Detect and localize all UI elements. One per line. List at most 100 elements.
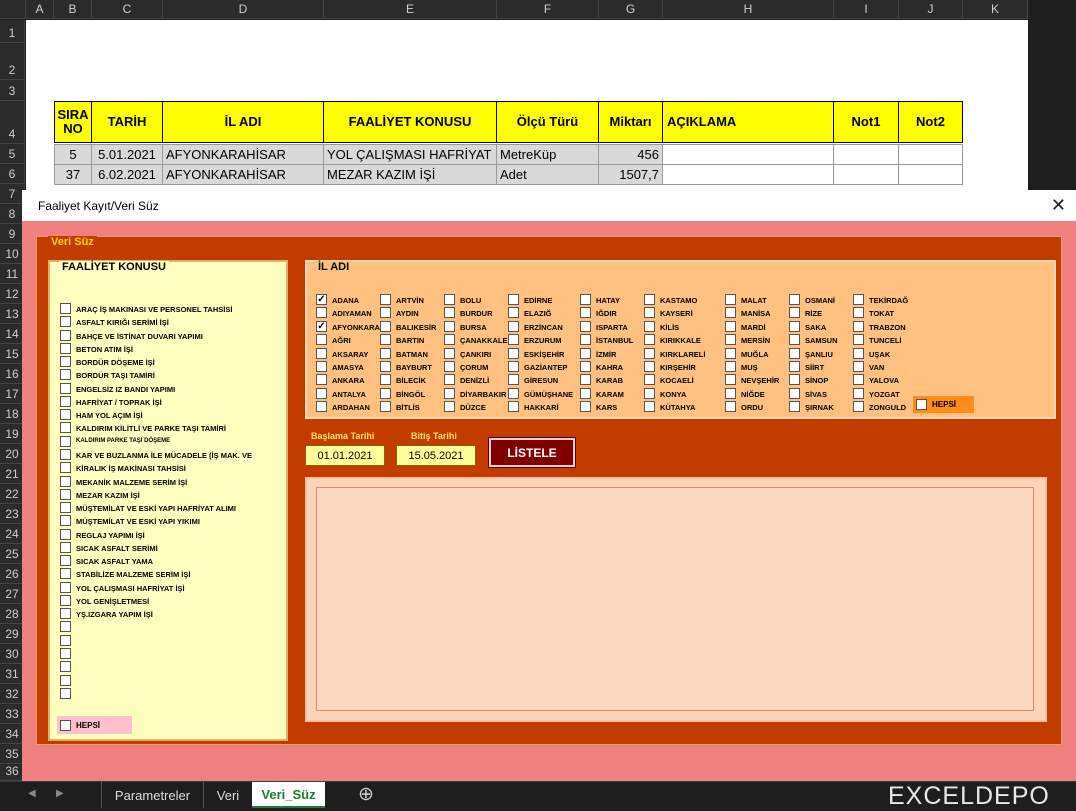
il-checkbox[interactable] bbox=[380, 361, 391, 372]
table-cell[interactable]: AFYONKARAHİSAR bbox=[162, 144, 324, 165]
table-cell[interactable] bbox=[898, 164, 963, 185]
column-header-g[interactable]: G bbox=[599, 0, 663, 19]
faaliyet-checkbox[interactable] bbox=[60, 621, 71, 633]
column-header-h[interactable]: H bbox=[663, 0, 834, 19]
faaliyet-hepsi-option[interactable]: HEPSİ bbox=[57, 716, 132, 734]
il-checkbox[interactable] bbox=[725, 387, 736, 399]
il-checkbox[interactable] bbox=[853, 361, 864, 372]
faaliyet-checkbox[interactable] bbox=[60, 515, 71, 527]
il-hepsi-option[interactable]: HEPSİ bbox=[913, 396, 974, 413]
il-checkbox[interactable] bbox=[316, 401, 327, 413]
il-checkbox[interactable] bbox=[789, 347, 800, 359]
il-checkbox[interactable] bbox=[316, 334, 327, 346]
header-tarih[interactable]: TARİH bbox=[91, 101, 163, 143]
column-header-k[interactable]: K bbox=[963, 0, 1028, 19]
il-checkbox[interactable]: ✓ bbox=[316, 294, 327, 305]
il-hepsi-checkbox[interactable] bbox=[916, 399, 927, 410]
il-checkbox[interactable] bbox=[444, 347, 455, 359]
faaliyet-checkbox[interactable] bbox=[60, 687, 71, 699]
header-aciklama[interactable]: AÇIKLAMA bbox=[662, 101, 834, 143]
il-checkbox[interactable] bbox=[444, 334, 455, 346]
il-checkbox[interactable] bbox=[644, 347, 655, 359]
header-sira-no[interactable]: SIRA NO bbox=[54, 101, 92, 143]
il-checkbox[interactable] bbox=[316, 347, 327, 359]
tab-veri-suz[interactable]: Veri_Süz bbox=[252, 782, 325, 808]
faaliyet-checkbox[interactable] bbox=[60, 303, 71, 314]
il-checkbox[interactable] bbox=[380, 334, 391, 346]
il-checkbox[interactable] bbox=[853, 307, 864, 319]
il-checkbox[interactable] bbox=[725, 374, 736, 386]
il-checkbox[interactable] bbox=[725, 294, 736, 305]
il-checkbox[interactable] bbox=[444, 320, 455, 332]
il-checkbox[interactable] bbox=[508, 374, 519, 386]
faaliyet-checkbox[interactable] bbox=[60, 369, 71, 381]
il-checkbox[interactable] bbox=[380, 294, 391, 305]
faaliyet-checkbox[interactable] bbox=[60, 409, 71, 421]
tab-veri[interactable]: Veri bbox=[203, 782, 252, 808]
row-header-1[interactable]: 1 bbox=[0, 20, 25, 43]
header-il-adi[interactable]: İL ADI bbox=[162, 101, 324, 143]
select-all-corner[interactable] bbox=[0, 0, 26, 19]
start-date-input[interactable]: 01.01.2021 bbox=[305, 445, 385, 466]
faaliyet-checkbox[interactable] bbox=[60, 581, 71, 593]
il-checkbox[interactable] bbox=[853, 334, 864, 346]
il-checkbox[interactable] bbox=[508, 387, 519, 399]
il-checkbox[interactable] bbox=[580, 387, 591, 399]
il-checkbox[interactable] bbox=[853, 320, 864, 332]
table-cell[interactable]: MEZAR KAZIM İŞİ bbox=[323, 164, 497, 185]
faaliyet-checkbox[interactable] bbox=[60, 422, 71, 434]
il-checkbox[interactable] bbox=[789, 294, 800, 305]
column-header-b[interactable]: B bbox=[54, 0, 92, 19]
il-checkbox[interactable] bbox=[380, 307, 391, 319]
header-miktari[interactable]: Miktarı bbox=[598, 101, 663, 143]
il-checkbox[interactable] bbox=[508, 334, 519, 346]
il-checkbox[interactable] bbox=[380, 347, 391, 359]
il-checkbox[interactable] bbox=[789, 374, 800, 386]
il-checkbox[interactable] bbox=[853, 387, 864, 399]
faaliyet-checkbox[interactable] bbox=[60, 356, 71, 368]
row-header-6[interactable]: 6 bbox=[0, 164, 25, 184]
faaliyet-checkbox[interactable] bbox=[60, 608, 71, 620]
faaliyet-checkbox[interactable] bbox=[60, 528, 71, 540]
il-checkbox[interactable] bbox=[644, 307, 655, 319]
faaliyet-checkbox[interactable] bbox=[60, 395, 71, 407]
faaliyet-checkbox[interactable] bbox=[60, 594, 71, 606]
il-checkbox[interactable] bbox=[853, 294, 864, 305]
faaliyet-checkbox[interactable] bbox=[60, 488, 71, 500]
il-checkbox[interactable] bbox=[644, 334, 655, 346]
il-checkbox[interactable] bbox=[725, 307, 736, 319]
faaliyet-checkbox[interactable] bbox=[60, 568, 71, 580]
column-header-f[interactable]: F bbox=[497, 0, 599, 19]
il-checkbox[interactable] bbox=[580, 294, 591, 305]
faaliyet-checkbox[interactable] bbox=[60, 316, 71, 328]
form-titlebar[interactable]: Faaliyet Kayıt/Veri Süz ✕ bbox=[22, 190, 1076, 221]
faaliyet-checkbox[interactable] bbox=[60, 648, 71, 660]
table-cell[interactable] bbox=[662, 144, 834, 165]
il-checkbox[interactable] bbox=[853, 401, 864, 413]
il-checkbox[interactable] bbox=[444, 294, 455, 305]
il-checkbox[interactable] bbox=[580, 320, 591, 332]
header-not1[interactable]: Not1 bbox=[833, 101, 899, 143]
il-checkbox[interactable] bbox=[853, 347, 864, 359]
il-checkbox[interactable] bbox=[316, 361, 327, 372]
faaliyet-checkbox[interactable] bbox=[60, 475, 71, 487]
il-checkbox[interactable] bbox=[580, 361, 591, 372]
il-checkbox[interactable] bbox=[789, 361, 800, 372]
faaliyet-checkbox[interactable] bbox=[60, 661, 71, 673]
faaliyet-checkbox[interactable] bbox=[60, 462, 71, 474]
il-checkbox[interactable] bbox=[508, 401, 519, 413]
header-not2[interactable]: Not2 bbox=[898, 101, 963, 143]
il-checkbox[interactable] bbox=[644, 401, 655, 413]
add-sheet-icon[interactable]: ⊕ bbox=[358, 783, 374, 806]
il-checkbox[interactable] bbox=[789, 387, 800, 399]
faaliyet-checkbox[interactable] bbox=[60, 342, 71, 354]
il-checkbox[interactable] bbox=[789, 320, 800, 332]
il-checkbox[interactable] bbox=[789, 401, 800, 413]
tab-parametreler[interactable]: Parametreler bbox=[101, 782, 203, 808]
column-header-d[interactable]: D bbox=[163, 0, 324, 19]
table-cell[interactable]: 5 bbox=[54, 144, 92, 165]
il-checkbox[interactable] bbox=[725, 347, 736, 359]
end-date-input[interactable]: 15.05.2021 bbox=[396, 445, 476, 466]
table-cell[interactable]: 456 bbox=[598, 144, 663, 165]
table-cell[interactable] bbox=[898, 144, 963, 165]
